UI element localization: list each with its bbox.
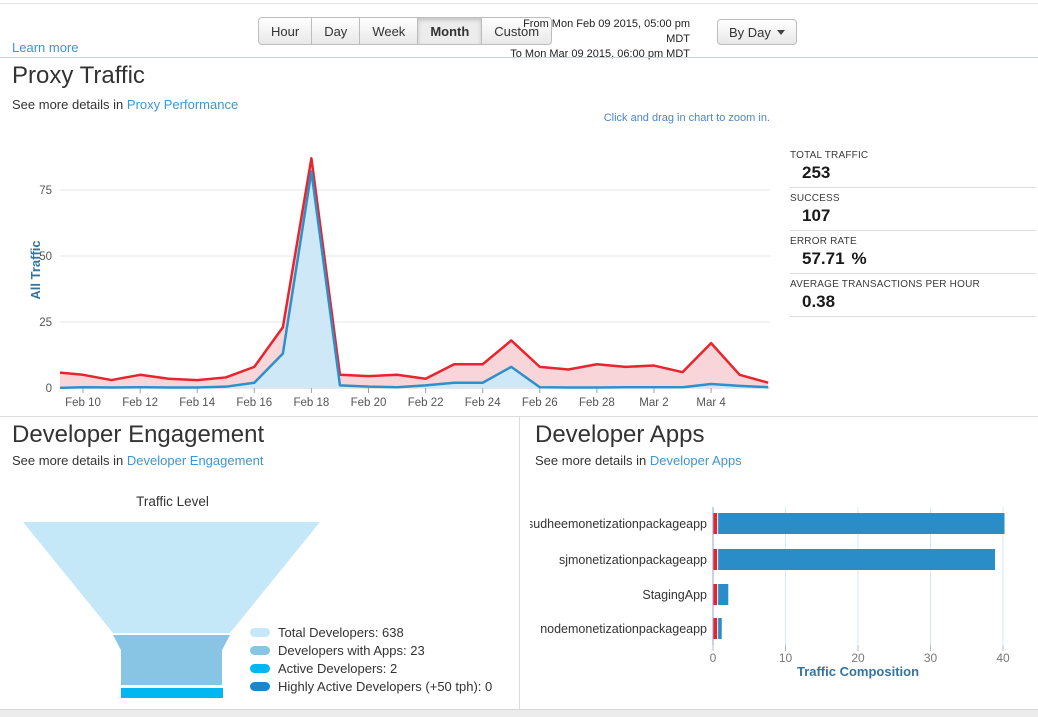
x-tick-label: Feb 26: [522, 397, 558, 409]
legend-swatch: [250, 627, 270, 637]
proxy-traffic-chart[interactable]: 0 25 50 75 Feb 10 Feb 12 Feb 14 Feb 16 Feb 18 Feb…: [28, 140, 773, 410]
stat-value: 57.71: [802, 249, 845, 268]
legend-swatch: [250, 663, 270, 673]
x-tick-label: 10: [779, 651, 793, 665]
bar-category-label: StagingApp: [642, 588, 707, 602]
range-button-hour[interactable]: Hour: [258, 17, 313, 45]
stat-total-traffic: TOTAL TRAFFIC 253: [790, 145, 1036, 188]
bar-segment-success[interactable]: [718, 549, 996, 570]
stat-value: 107: [802, 206, 831, 225]
top-divider: [0, 3, 1038, 4]
group-by-dropdown[interactable]: By Day: [717, 19, 797, 45]
chevron-down-icon: [776, 29, 785, 35]
line-success: [60, 170, 769, 389]
legend-item: Highly Active Developers (+50 tph): 0: [250, 677, 492, 695]
legend-label: Active Developers: 2: [278, 660, 398, 676]
proxy-traffic-subtitle: See more details in Proxy Performance: [12, 97, 238, 112]
x-tick-label: Feb 16: [236, 397, 272, 409]
stat-label: TOTAL TRAFFIC: [790, 150, 869, 161]
x-tick-label: Feb 24: [465, 397, 501, 409]
stat-label: ERROR RATE: [790, 236, 857, 247]
legend-item: Developers with Apps: 23: [250, 641, 492, 659]
x-tick-label: Feb 12: [122, 397, 158, 409]
x-tick-label: Feb 10: [65, 397, 101, 409]
developer-engagement-link[interactable]: Developer Engagement: [127, 453, 264, 468]
legend-item: Active Developers: 2: [250, 659, 492, 677]
area-success: [60, 171, 769, 388]
funnel-tier-total: [23, 522, 320, 633]
see-more-text: See more details in: [12, 97, 124, 112]
developer-apps-title: Developer Apps: [535, 421, 705, 448]
y-tick-label: 75: [39, 185, 52, 197]
learn-more-link[interactable]: Learn more: [12, 40, 78, 55]
bottom-strip: [0, 710, 1038, 717]
x-axis-label: Traffic Composition: [796, 664, 920, 679]
legend-swatch: [250, 645, 270, 655]
legend-swatch: [250, 681, 270, 691]
stat-suffix: %: [851, 249, 867, 268]
x-tick-label: 30: [924, 651, 938, 665]
header-divider: [0, 57, 1038, 58]
bar-segment-success[interactable]: [718, 584, 729, 605]
bar-category-label: nodemonetizationpackageapp: [540, 622, 707, 636]
analytics-dashboard: Learn more Hour Day Week Month Custom Fr…: [0, 0, 1038, 717]
date-to: To Mon Mar 09 2015, 06:00 pm MDT: [510, 48, 690, 60]
legend-label: Developers with Apps: 23: [278, 642, 425, 658]
proxy-traffic-title: Proxy Traffic: [12, 62, 145, 89]
date-range: From Mon Feb 09 2015, 05:00 pm MDT To Mo…: [498, 17, 690, 62]
stat-error-rate: ERROR RATE 57.71%: [790, 231, 1036, 274]
stat-label: SUCCESS: [790, 193, 840, 204]
area-total-traffic: [60, 158, 769, 388]
x-tick-label: Mar 2: [639, 397, 668, 409]
proxy-performance-link[interactable]: Proxy Performance: [127, 97, 238, 112]
x-tick-label: Feb 18: [293, 397, 329, 409]
developer-apps-link[interactable]: Developer Apps: [650, 453, 742, 468]
developer-engagement-title: Developer Engagement: [12, 421, 265, 448]
group-by-label: By Day: [729, 24, 771, 40]
bar-segment-error[interactable]: [713, 618, 718, 639]
x-tick-label: 0: [710, 651, 717, 665]
legend-item: Total Developers: 638: [250, 623, 492, 641]
date-from: From Mon Feb 09 2015, 05:00 pm MDT: [523, 18, 690, 45]
range-button-day[interactable]: Day: [311, 17, 361, 45]
see-more-text: See more details in: [535, 453, 647, 468]
stat-label: AVERAGE TRANSACTIONS PER HOUR: [790, 279, 980, 290]
legend-label: Highly Active Developers (+50 tph): 0: [278, 678, 493, 694]
bar-segment-error[interactable]: [713, 584, 718, 605]
x-tick-label: Feb 20: [351, 397, 387, 409]
y-tick-label: 50: [39, 251, 52, 263]
bar-segment-success[interactable]: [718, 513, 1005, 534]
bar-category-label: sjmonetizationpackageapp: [559, 553, 707, 567]
x-tick-label: Feb 22: [408, 397, 444, 409]
stat-value: 0.38: [802, 292, 836, 311]
bar-segment-error[interactable]: [713, 513, 718, 534]
proxy-stats-panel: TOTAL TRAFFIC 253 SUCCESS 107 ERROR RATE…: [790, 145, 1036, 317]
section-divider-vertical: [519, 416, 520, 709]
y-tick-label: 25: [39, 317, 52, 329]
funnel-tier-active: [121, 688, 223, 698]
legend-label: Total Developers: 638: [278, 624, 404, 640]
stat-avg-tph: AVERAGE TRANSACTIONS PER HOUR 0.38: [790, 274, 1036, 317]
x-tick-label: 20: [851, 651, 865, 665]
stat-success: SUCCESS 107: [790, 188, 1036, 231]
range-button-week[interactable]: Week: [359, 17, 419, 45]
x-tick-label: Feb 28: [579, 397, 615, 409]
x-tick-label: Mar 4: [696, 397, 726, 409]
bar-segment-error[interactable]: [713, 549, 718, 570]
developer-apps-subtitle: See more details in Developer Apps: [535, 453, 742, 468]
see-more-text: See more details in: [12, 453, 124, 468]
range-button-month[interactable]: Month: [417, 17, 483, 45]
funnel-legend: Total Developers: 638 Developers with App…: [250, 623, 492, 695]
bar-category-label: sudheemonetizationpackageapp: [530, 517, 707, 531]
funnel-tier-with-apps: [113, 635, 230, 685]
x-tick-label: 40: [996, 651, 1010, 665]
bar-segment-success[interactable]: [718, 618, 722, 639]
stat-value: 253: [802, 163, 831, 182]
developer-engagement-subtitle: See more details in Developer Engagement: [12, 453, 264, 468]
developer-apps-chart[interactable]: 0 10 20 30 40 sudheemonetizationpackageapp sjm…: [530, 505, 1038, 667]
y-tick-label: 0: [46, 383, 52, 395]
x-tick-label: Feb 14: [179, 397, 215, 409]
line-total-traffic: [60, 157, 769, 384]
zoom-hint: Click and drag in chart to zoom in.: [603, 112, 770, 124]
